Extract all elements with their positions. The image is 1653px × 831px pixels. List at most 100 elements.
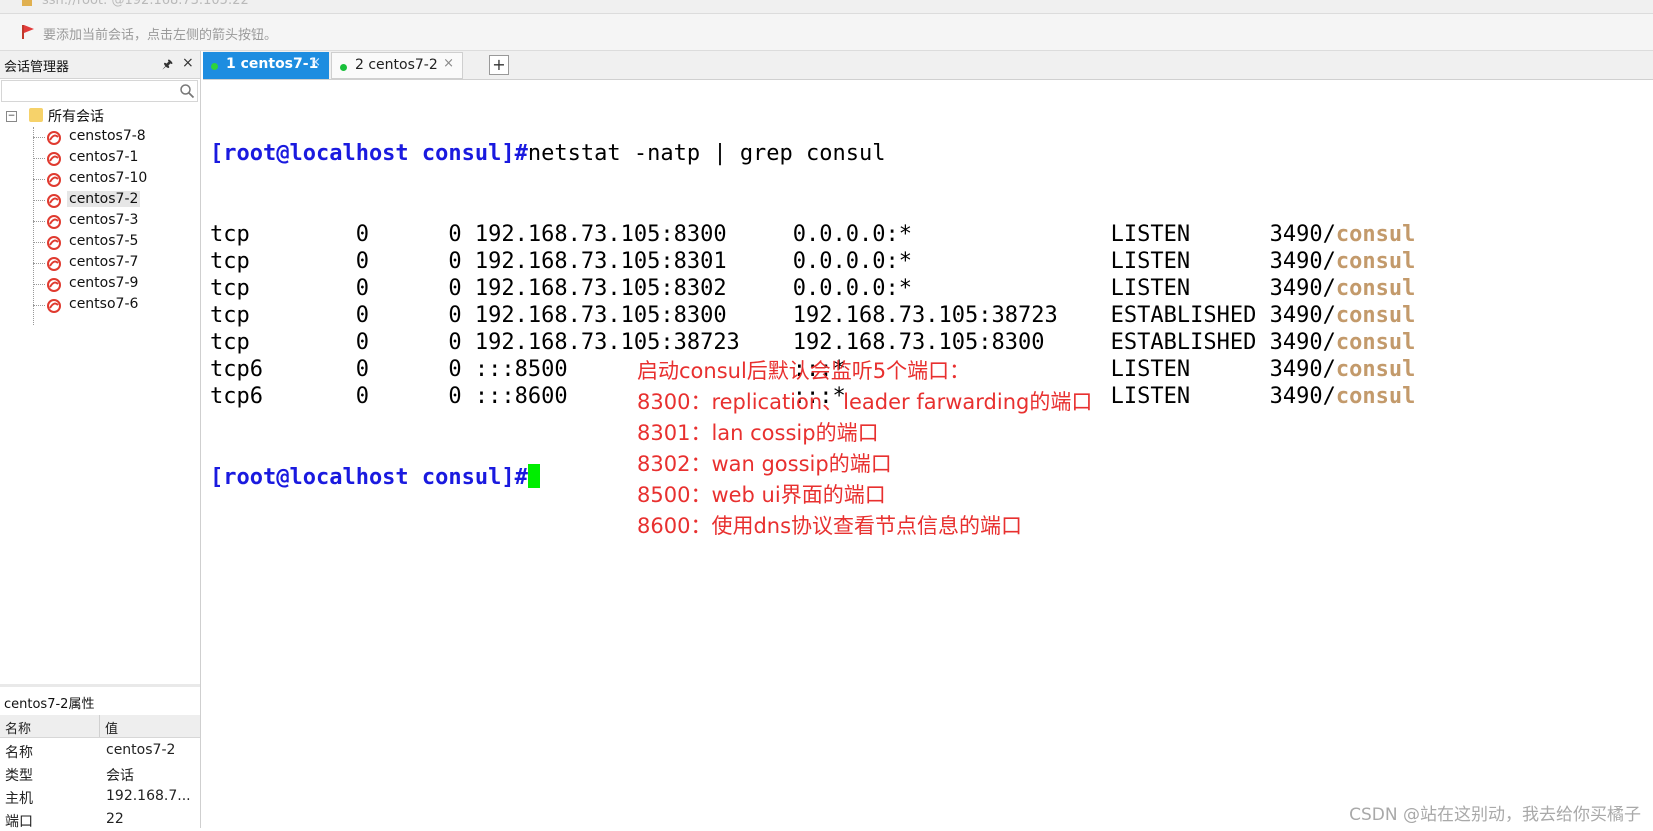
session-icon — [47, 173, 61, 187]
session-item-label: centos7-5 — [69, 233, 139, 249]
session-icon — [47, 131, 61, 145]
netstat-row: tcp 0 0 192.168.73.105:8300 0.0.0.0:* LI… — [210, 221, 1415, 248]
column-name-header[interactable]: 名称 — [5, 718, 31, 737]
tab-label: 1 centos7-1 — [226, 56, 319, 72]
tree-connector — [33, 200, 45, 201]
session-item[interactable]: centos7-5 — [0, 232, 200, 254]
netstat-fields: tcp 0 0 192.168.73.105:38723 192.168.73.… — [210, 330, 1336, 355]
tab-label: 2 centos7-2 — [355, 57, 438, 73]
property-value: centos7-2 — [106, 742, 176, 758]
session-manager-panel: 会话管理器 🖈 × − 所有会话 censtos7-8 centos7-1 cent… — [0, 51, 201, 831]
session-item[interactable]: centso7-6 — [0, 295, 200, 317]
folder-icon — [29, 108, 43, 122]
property-row[interactable]: 名称 centos7-2 — [0, 738, 200, 762]
tree-root-label: 所有会话 — [48, 109, 104, 125]
terminal-area[interactable]: [root@localhost consul]#netstat -natp | … — [203, 80, 1653, 828]
netstat-fields: tcp 0 0 192.168.73.105:8300 192.168.73.1… — [210, 303, 1336, 328]
note-line: 8301：lan cossip的端口 — [637, 421, 879, 445]
column-value-header[interactable]: 值 — [105, 718, 118, 737]
session-item[interactable]: centos7-10 — [0, 169, 200, 191]
netstat-fields: tcp 0 0 192.168.73.105:8301 0.0.0.0:* LI… — [210, 249, 1336, 274]
tree-connector — [33, 284, 45, 285]
session-search-input[interactable] — [1, 80, 198, 102]
netstat-row: tcp 0 0 192.168.73.105:8300 192.168.73.1… — [210, 302, 1415, 329]
property-key: 类型 — [5, 768, 33, 784]
session-icon — [47, 236, 61, 250]
property-value: 会话 — [106, 768, 134, 784]
note-line: 8500：web ui界面的端口 — [637, 483, 886, 507]
hint-text: 要添加当前会话，点击左侧的箭头按钮。 — [43, 28, 278, 43]
process-name: consul — [1335, 276, 1416, 301]
address-text: ssh://root: @192.168.73.105:22 — [42, 0, 249, 8]
note-line: 8302：wan gossip的端口 — [637, 452, 892, 476]
properties-header: 名称 值 — [0, 715, 200, 738]
tree-connector — [33, 242, 45, 243]
session-item-label: centos7-2 — [67, 191, 141, 207]
tree-connector — [33, 158, 45, 159]
session-item[interactable]: centos7-9 — [0, 274, 200, 296]
tree-root-all-sessions[interactable]: − 所有会话 — [4, 105, 194, 127]
process-name: consul — [1335, 384, 1416, 409]
connected-status-icon — [211, 63, 218, 70]
property-row[interactable]: 端口 22 — [0, 807, 200, 831]
terminal-prompt: [root@localhost consul]# — [210, 465, 528, 490]
property-key: 端口 — [5, 814, 33, 830]
properties-title: centos7-2属性 — [4, 697, 95, 712]
terminal-prompt: [root@localhost consul]# — [210, 141, 528, 166]
note-line: 8600：使用dns协议查看节点信息的端口 — [637, 514, 1023, 538]
property-key: 名称 — [5, 745, 33, 761]
port-notes: 启动consul后默认会监听5个端口： 8300：replication、lea… — [637, 356, 1092, 542]
tab-centos7-2[interactable]: 2 centos7-2 × — [331, 52, 463, 79]
property-row[interactable]: 主机 192.168.7... — [0, 784, 200, 808]
pin-icon[interactable]: 🖈 — [162, 55, 173, 76]
netstat-row: tcp 0 0 192.168.73.105:38723 192.168.73.… — [210, 329, 1415, 356]
property-row[interactable]: 类型 会话 — [0, 761, 200, 785]
tree-connector — [33, 137, 45, 138]
tree-connector — [33, 179, 45, 180]
tree-connector — [33, 305, 45, 306]
search-icon[interactable] — [179, 83, 195, 99]
property-value: 22 — [106, 811, 124, 827]
session-item-label: censtos7-8 — [69, 128, 146, 144]
close-tab-icon[interactable]: × — [443, 56, 454, 71]
process-name: consul — [1335, 303, 1416, 328]
netstat-row: tcp 0 0 192.168.73.105:8302 0.0.0.0:* LI… — [210, 275, 1415, 302]
property-value: 192.168.7... — [106, 788, 191, 804]
close-panel-button[interactable]: × — [182, 55, 194, 71]
property-key: 主机 — [5, 791, 33, 807]
session-manager-header: 会话管理器 🖈 × — [0, 51, 200, 79]
close-tab-icon[interactable]: × — [310, 55, 321, 70]
new-tab-button[interactable]: + — [489, 55, 509, 75]
session-item[interactable]: centos7-2 — [0, 190, 200, 212]
netstat-fields: tcp 0 0 192.168.73.105:8302 0.0.0.0:* LI… — [210, 276, 1336, 301]
tree-connector — [33, 221, 45, 222]
session-icon — [47, 299, 61, 313]
session-item-label: centos7-9 — [69, 275, 139, 291]
tree-connector — [33, 263, 45, 264]
session-manager-title: 会话管理器 — [4, 60, 70, 75]
session-item[interactable]: centos7-1 — [0, 148, 200, 170]
session-icon — [47, 152, 61, 166]
address-bar[interactable]: ssh://root: @192.168.73.105:22 — [0, 0, 1653, 14]
column-divider[interactable] — [99, 715, 100, 737]
terminal-cursor — [527, 464, 540, 488]
session-item[interactable]: centos7-3 — [0, 211, 200, 233]
process-name: consul — [1335, 249, 1416, 274]
session-item-label: centos7-10 — [69, 170, 148, 186]
collapse-icon[interactable]: − — [6, 111, 17, 122]
session-item[interactable]: censtos7-8 — [0, 127, 200, 149]
flag-icon[interactable] — [21, 24, 35, 40]
session-icon — [47, 215, 61, 229]
note-line: 8300：replication、leader farwarding的端口 — [637, 390, 1093, 414]
tab-bar: 1 centos7-1 × 2 centos7-2 × + — [203, 51, 1653, 80]
netstat-fields: tcp 0 0 192.168.73.105:8300 0.0.0.0:* LI… — [210, 222, 1336, 247]
session-item[interactable]: centos7-7 — [0, 253, 200, 275]
folder-icon — [22, 0, 32, 6]
tab-centos7-1[interactable]: 1 centos7-1 × — [203, 52, 329, 79]
session-icon — [47, 278, 61, 292]
properties-panel: centos7-2属性 名称 值 名称 centos7-2 类型 会话主机 192.16… — [0, 684, 200, 831]
note-line: 启动consul后默认会监听5个端口： — [637, 359, 971, 383]
session-item-label: centos7-7 — [69, 254, 139, 270]
session-item-label: centso7-6 — [69, 296, 139, 312]
session-icon — [47, 194, 61, 208]
